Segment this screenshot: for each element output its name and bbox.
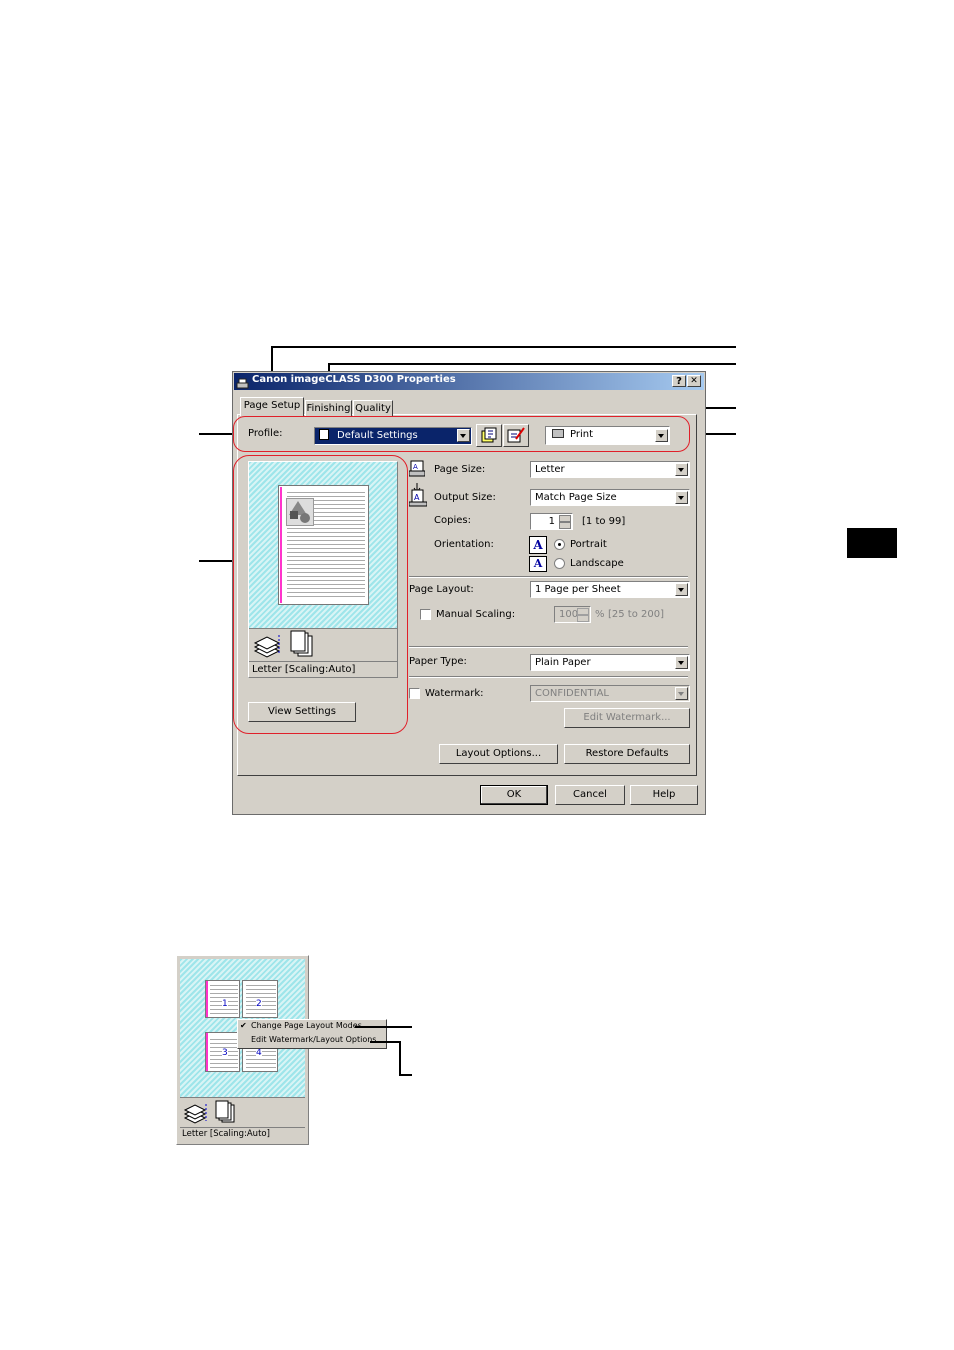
help-button[interactable]: Help: [630, 785, 698, 805]
percent-sign: %: [595, 609, 605, 620]
page-number: 1: [222, 999, 228, 1009]
shapes-image-icon: [286, 498, 314, 526]
manual-scaling-stepper[interactable]: 100: [554, 606, 591, 623]
watermark-checkbox[interactable]: [409, 688, 420, 699]
stepper-down-icon[interactable]: [577, 615, 589, 622]
watermark-select[interactable]: CONFIDENTIAL: [530, 685, 690, 702]
edit-watermark-button[interactable]: Edit Watermark...: [564, 708, 690, 728]
output-size-label: Output Size:: [434, 492, 496, 503]
preview-separator: [249, 628, 397, 629]
watermark-label: Watermark:: [425, 688, 484, 699]
orientation-label: Orientation:: [434, 539, 494, 550]
copies-stepper[interactable]: 1: [530, 513, 573, 530]
page-size-label: Page Size:: [434, 464, 486, 475]
copies-value: 1: [548, 516, 555, 527]
page-number: 2: [256, 999, 262, 1009]
preview-page: [278, 485, 369, 605]
output-size-icon: A: [408, 489, 428, 507]
menu-item-edit-watermark-layout[interactable]: Edit Watermark/Layout Options: [251, 1035, 376, 1044]
tab-finishing[interactable]: Finishing: [305, 400, 352, 417]
page-layout-select[interactable]: 1 Page per Sheet: [530, 581, 690, 598]
copies-label: Copies:: [434, 515, 471, 526]
landscape-label: Landscape: [570, 558, 624, 569]
portrait-radio[interactable]: [554, 539, 565, 550]
menu-check-icon: ✔: [240, 1021, 247, 1030]
manual-scaling-value: 100: [559, 609, 579, 620]
divider: [409, 576, 688, 578]
page-number: 4: [256, 1048, 262, 1058]
side-tab-marker: [847, 528, 897, 558]
chevron-down-icon[interactable]: [675, 491, 688, 504]
paper-type-value: Plain Paper: [535, 657, 591, 668]
stepper-up-icon[interactable]: [559, 515, 571, 522]
watermark-value: CONFIDENTIAL: [535, 688, 610, 699]
ok-button[interactable]: OK: [480, 785, 548, 805]
divider: [409, 676, 688, 678]
manual-scaling-label: Manual Scaling:: [436, 609, 516, 620]
tab-quality[interactable]: Quality: [353, 400, 393, 417]
page-layout-label: Page Layout:: [409, 584, 474, 595]
chevron-down-icon[interactable]: [675, 656, 688, 669]
chevron-down-icon[interactable]: [675, 583, 688, 596]
manual-scaling-range: [25 to 200]: [608, 609, 665, 620]
menu-item-change-layout-modes[interactable]: Change Page Layout Modes: [251, 1021, 362, 1030]
copies-range: [1 to 99]: [582, 516, 626, 527]
small-preview-separator: [180, 1127, 305, 1128]
margin-line: [206, 1033, 208, 1071]
stepper-down-icon[interactable]: [559, 522, 571, 529]
pages-icon[interactable]: [290, 630, 316, 658]
stack-paper-icon[interactable]: [252, 631, 282, 659]
svg-text:A: A: [413, 463, 418, 471]
manual-scaling-checkbox[interactable]: [420, 609, 431, 620]
stepper-up-icon[interactable]: [577, 608, 589, 615]
chevron-down-icon[interactable]: [675, 687, 688, 700]
paper-type-select[interactable]: Plain Paper: [530, 654, 690, 671]
page-size-value: Letter: [535, 464, 565, 475]
pages-icon[interactable]: [215, 1100, 237, 1124]
output-size-value: Match Page Size: [535, 492, 617, 503]
small-preview-caption: Letter [Scaling:Auto]: [182, 1129, 270, 1139]
cancel-button[interactable]: Cancel: [555, 785, 625, 805]
page-layout-value: 1 Page per Sheet: [535, 584, 621, 595]
help-title-button[interactable]: ?: [672, 375, 686, 387]
profile-callout-outline: [233, 416, 690, 452]
portrait-icon: A: [529, 536, 547, 554]
page-number: 3: [222, 1048, 228, 1058]
portrait-label: Portrait: [570, 539, 607, 550]
layout-options-button[interactable]: Layout Options...: [439, 744, 558, 764]
page-size-select[interactable]: Letter: [530, 461, 690, 478]
page-size-icon: A: [408, 460, 426, 478]
small-page-top-right: 2: [242, 980, 278, 1018]
chevron-down-icon[interactable]: [675, 463, 688, 476]
paper-type-label: Paper Type:: [409, 656, 467, 667]
svg-text:A: A: [414, 493, 420, 502]
stack-paper-icon[interactable]: [183, 1101, 209, 1125]
output-size-select[interactable]: Match Page Size: [530, 489, 690, 506]
close-button[interactable]: ✕: [687, 375, 701, 387]
printer-icon: [236, 375, 249, 389]
preview-separator: [249, 661, 397, 662]
preview-caption: Letter [Scaling:Auto]: [252, 664, 356, 675]
arrow-down-icon: [413, 478, 421, 493]
small-page-top-left: 1: [205, 980, 240, 1018]
dialog-title: Canon imageCLASS D300 Properties: [252, 374, 456, 385]
divider: [409, 646, 688, 648]
restore-defaults-button[interactable]: Restore Defaults: [564, 744, 690, 764]
landscape-radio[interactable]: [554, 558, 565, 569]
small-page-bottom-left: 3: [205, 1032, 240, 1072]
margin-line: [206, 981, 208, 1017]
margin-line: [280, 487, 282, 603]
tab-page-setup[interactable]: Page Setup: [240, 397, 304, 416]
small-preview-separator: [180, 1097, 305, 1098]
view-settings-button[interactable]: View Settings: [248, 702, 356, 722]
landscape-icon: A: [529, 556, 547, 572]
